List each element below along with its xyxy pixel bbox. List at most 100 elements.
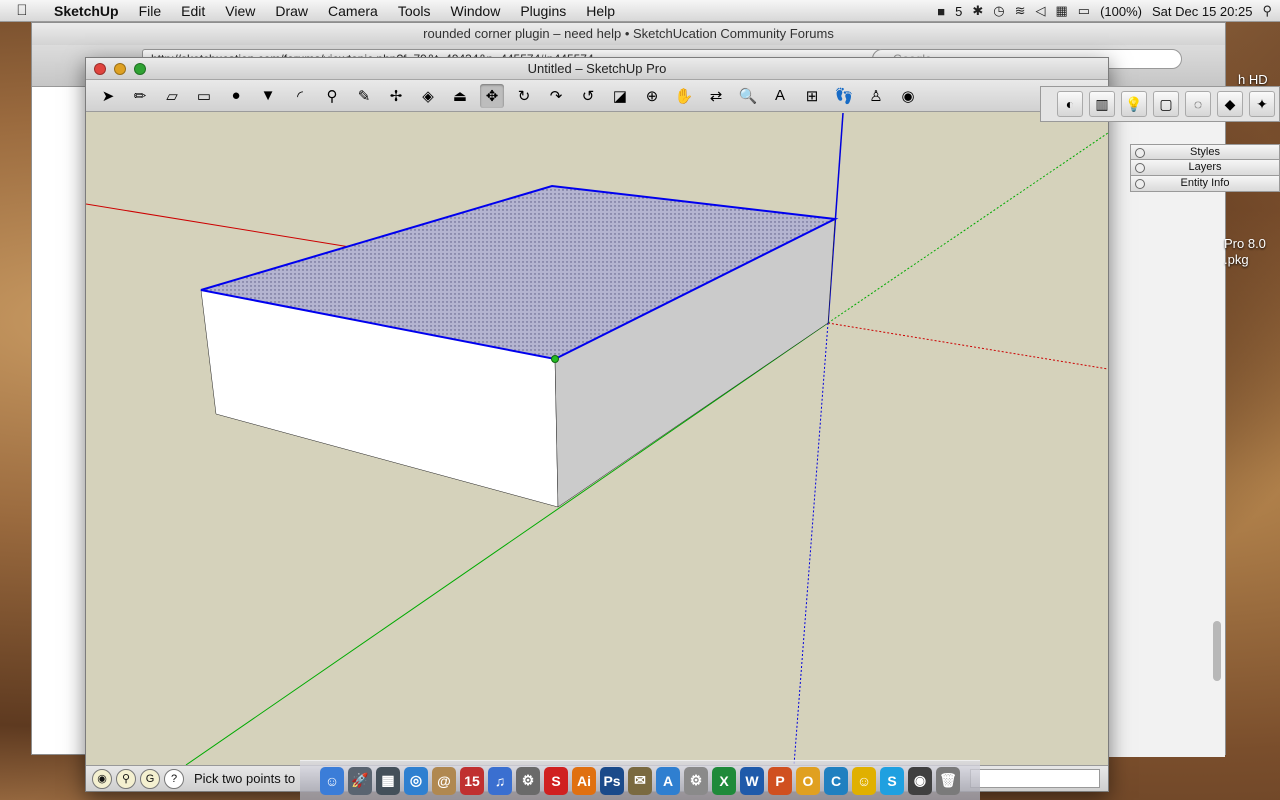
desktop-item-pkg-label-1[interactable]: Pro 8.0 — [1224, 236, 1266, 251]
battery-percent: (100%) — [1100, 3, 1142, 19]
close-button[interactable] — [94, 63, 106, 75]
scene-icon[interactable]: ▢ — [1153, 91, 1179, 117]
camera-icon[interactable]: ◉ — [908, 766, 932, 795]
menu-window[interactable]: Window — [441, 3, 511, 19]
soften-icon[interactable]: ◌ — [1185, 91, 1211, 117]
credits-icon[interactable]: ⚲ — [116, 768, 136, 789]
pan-tool-icon[interactable]: ✋ — [672, 84, 696, 108]
position-camera-tool-icon[interactable]: ♙ — [864, 84, 888, 108]
orbit-tool-icon[interactable]: ⊕ — [640, 84, 664, 108]
inference-point-icon — [551, 355, 559, 363]
shadow-icon[interactable]: ◐ — [1057, 91, 1083, 117]
rectangle-tool-icon[interactable]: ▭ — [192, 84, 216, 108]
menu-sketchup[interactable]: SketchUp — [44, 3, 129, 19]
push-pull-tool-icon[interactable]: ⏏ — [448, 84, 472, 108]
skype-icon[interactable]: S — [880, 766, 904, 795]
text-tool-icon[interactable]: A — [768, 84, 792, 108]
messenger-icon[interactable]: ☺ — [852, 766, 876, 795]
circle-tool-icon[interactable]: ● — [224, 84, 248, 108]
help-icon[interactable]: ? — [164, 768, 184, 789]
volume-icon[interactable]: ◁ — [1035, 3, 1045, 19]
tape-measure-tool-icon[interactable]: ⚲ — [320, 84, 344, 108]
adobe-icon[interactable]: ■ — [937, 4, 945, 19]
clock[interactable]: Sat Dec 15 20:25 — [1152, 4, 1252, 19]
tray-toggle-icon[interactable] — [1135, 179, 1145, 189]
eraser-tool-icon[interactable]: ▱ — [160, 84, 184, 108]
powerpoint-icon[interactable]: P — [768, 766, 792, 795]
wifi-icon[interactable]: ≋ — [1015, 3, 1026, 19]
rotate-tool-icon[interactable]: ↻ — [512, 84, 536, 108]
star-icon[interactable]: ✦ — [1249, 91, 1275, 117]
materials-icon[interactable]: ◆ — [1217, 91, 1243, 117]
trash-icon[interactable]: 🗑 — [936, 766, 960, 795]
menu-file[interactable]: File — [129, 3, 172, 19]
keyboard-icon[interactable]: ▦ — [1055, 3, 1067, 19]
protractor-tool-icon[interactable]: ✎ — [352, 84, 376, 108]
launchpad-icon[interactable]: 🚀 — [348, 766, 372, 795]
utility-icon[interactable]: ⚙ — [516, 766, 540, 795]
menu-edit[interactable]: Edit — [171, 3, 215, 19]
measurements-box[interactable] — [970, 769, 1100, 788]
section-plane-tool-icon[interactable]: ◪ — [608, 84, 632, 108]
select-tool-icon[interactable]: ➤ — [96, 84, 120, 108]
zoom-tool-icon[interactable]: 🔍 — [736, 84, 760, 108]
tray-layers[interactable]: Layers — [1130, 160, 1280, 176]
user-icon[interactable]: G — [140, 768, 160, 789]
follow-me-tool-icon[interactable]: ↷ — [544, 84, 568, 108]
calendar-icon[interactable]: 15 — [460, 766, 484, 795]
outlook-icon[interactable]: O — [796, 766, 820, 795]
photoshop-icon[interactable]: Ps — [600, 766, 624, 795]
polygon-tool-icon[interactable]: ▼ — [256, 84, 280, 108]
menu-help[interactable]: Help — [576, 3, 625, 19]
itunes-icon[interactable]: ♫ — [488, 766, 512, 795]
scrollbar-thumb[interactable] — [1213, 621, 1221, 681]
apple-icon[interactable]:  — [0, 2, 44, 19]
preview-icon[interactable]: ✉ — [628, 766, 652, 795]
offset-tool-icon[interactable]: ↺ — [576, 84, 600, 108]
desktop-item-hd-label[interactable]: h HD — [1238, 72, 1268, 87]
word-icon[interactable]: W — [740, 766, 764, 795]
drawing-viewport[interactable] — [86, 113, 1108, 765]
spotlight-icon[interactable]: ⚲ — [1262, 3, 1272, 19]
menu-draw[interactable]: Draw — [265, 3, 318, 19]
sketchup-window: Untitled – SketchUp Pro ➤ ✏ ▱ ▭ ● ▼ ◜ ⚲ ✎ ✢ ◈ ⏏ ✥ ↻ ↷ ↺… — [85, 57, 1109, 792]
bluetooth-icon[interactable]: ✱ — [972, 3, 983, 19]
tray-styles[interactable]: Styles — [1130, 144, 1280, 160]
excel-icon[interactable]: X — [712, 766, 736, 795]
safari-icon[interactable]: ◎ — [404, 766, 428, 795]
time-machine-icon[interactable]: ◷ — [993, 3, 1004, 19]
contacts-icon[interactable]: @ — [432, 766, 456, 795]
walk-tool-icon[interactable]: 👣 — [832, 84, 856, 108]
system-prefs-icon[interactable]: ⚙ — [684, 766, 708, 795]
menu-view[interactable]: View — [215, 3, 265, 19]
move-tool-icon[interactable]: ✥ — [480, 83, 504, 108]
mission-control-icon[interactable]: ▦ — [376, 766, 400, 795]
sketchup-icon[interactable]: S — [544, 766, 568, 795]
dimension-tool-icon[interactable]: ✢ — [384, 84, 408, 108]
communicator-icon[interactable]: C — [824, 766, 848, 795]
app-store-icon[interactable]: A — [656, 766, 680, 795]
finder-icon[interactable]: ☺ — [320, 766, 344, 795]
tray-toggle-icon[interactable] — [1135, 148, 1145, 158]
look-around-tool-icon[interactable]: ◉ — [896, 84, 920, 108]
tray-entity-info[interactable]: Entity Info — [1130, 176, 1280, 192]
menu-tools[interactable]: Tools — [388, 3, 441, 19]
menu-camera[interactable]: Camera — [318, 3, 388, 19]
tray-toggle-icon[interactable] — [1135, 163, 1145, 173]
lightbulb-icon[interactable]: 💡 — [1121, 91, 1147, 117]
paint-bucket-tool-icon[interactable]: ◈ — [416, 84, 440, 108]
menu-plugins[interactable]: Plugins — [510, 3, 576, 19]
illustrator-icon[interactable]: Ai — [572, 766, 596, 795]
undo-redo-tool-icon[interactable]: ⇄ — [704, 84, 728, 108]
axes-tool-icon[interactable]: ⊞ — [800, 84, 824, 108]
minimize-button[interactable] — [114, 63, 126, 75]
pencil-tool-icon[interactable]: ✏ — [128, 84, 152, 108]
battery-icon[interactable]: ▭ — [1078, 3, 1090, 19]
zoom-button[interactable] — [134, 63, 146, 75]
geo-location-icon[interactable]: ◉ — [92, 768, 112, 789]
desktop-item-pkg-label-2[interactable]: .pkg — [1224, 252, 1249, 267]
components-icon[interactable]: ▥ — [1089, 91, 1115, 117]
model-canvas[interactable] — [86, 113, 1108, 765]
arc-tool-icon[interactable]: ◜ — [288, 84, 312, 108]
menu-extras: ■ 5 ✱ ◷ ≋ ◁ ▦ ▭ (100%) Sat Dec 15 20:25 … — [937, 0, 1272, 22]
